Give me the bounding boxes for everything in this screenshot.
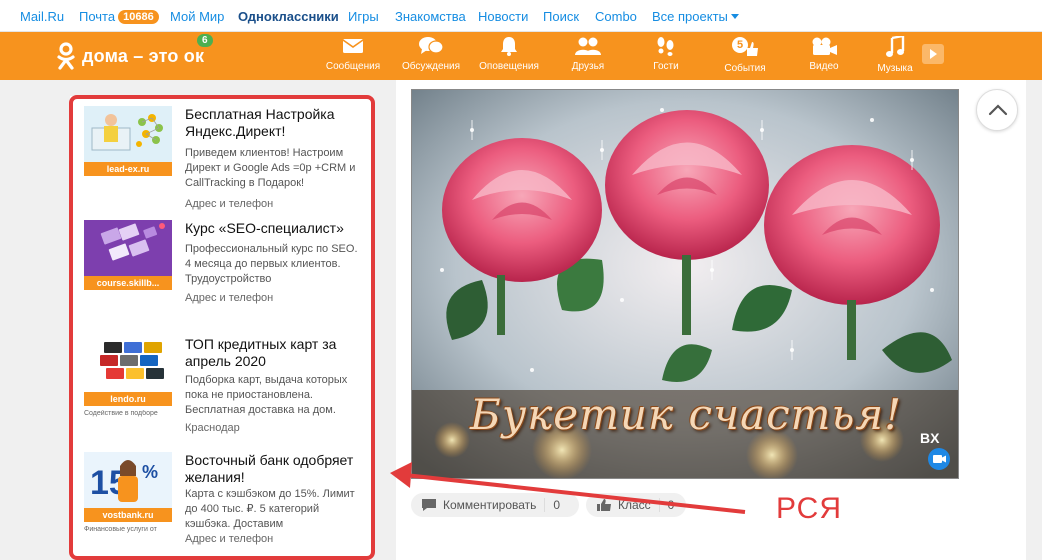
logo-notification-badge: 6 — [197, 34, 213, 47]
topbar-link-combo[interactable]: Combo — [595, 9, 637, 24]
image-caption-text: Букетик счастья! — [469, 390, 903, 439]
all-projects-label: Все проекты — [652, 9, 728, 24]
bell-icon — [501, 37, 517, 56]
comment-icon — [422, 499, 436, 511]
events-like-icon — [732, 37, 758, 56]
ok-logo[interactable]: дома – это ок — [56, 42, 204, 70]
nav-notifications-label: Оповещения — [479, 61, 539, 72]
image-watermark: BX — [920, 430, 940, 446]
nav-events[interactable]: 5 События — [710, 36, 780, 74]
ok-logo-text: дома – это ок — [82, 45, 205, 66]
nav-messages-label: Сообщения — [325, 61, 381, 72]
nav-music[interactable]: Музыка — [860, 36, 930, 74]
topbar-link-mail[interactable]: Почта 10686 — [79, 9, 159, 24]
mailru-topbar: Mail.Ru Почта 10686 Мой Мир Одноклассники… — [0, 0, 1042, 32]
topbar-link-dating[interactable]: Знакомства — [395, 9, 466, 24]
topbar-link-mail-label: Почта — [79, 9, 116, 24]
chevron-up-icon — [988, 104, 1008, 116]
annotation-highlight-box — [69, 95, 375, 560]
topbar-link-ok[interactable]: Одноклассники — [238, 9, 339, 24]
topbar-link-search[interactable]: Поиск — [543, 9, 579, 24]
comment-label: Комментировать — [443, 498, 537, 512]
chevron-down-icon — [730, 14, 739, 19]
music-play-button[interactable] — [922, 44, 944, 64]
friends-icon — [575, 37, 601, 55]
nav-friends-label: Друзья — [571, 61, 605, 72]
like-count: 0 — [658, 498, 674, 512]
topbar-link-moimir[interactable]: Мой Мир — [170, 9, 224, 24]
comment-count: 0 — [544, 498, 560, 512]
ok-header: дома – это ок 6 Сообщения Обсуждения Опо… — [0, 32, 1042, 80]
music-note-icon — [886, 36, 905, 57]
topbar-link-news[interactable]: Новости — [478, 9, 528, 24]
nav-notifications[interactable]: Оповещения — [474, 36, 544, 72]
ok-logo-icon — [57, 42, 75, 70]
annotation-label: РСЯ — [776, 492, 843, 525]
scroll-to-top-button[interactable] — [976, 89, 1018, 131]
footprints-icon — [657, 37, 674, 56]
chat-bubbles-icon — [419, 37, 444, 54]
feed-next-card — [396, 547, 1026, 560]
like-button[interactable]: Класс 0 — [586, 493, 686, 517]
nav-guests-label: Гости — [653, 61, 679, 72]
mail-unread-badge: 10686 — [118, 10, 159, 24]
film-camera-icon — [812, 37, 837, 55]
events-count-badge: 5 — [737, 39, 744, 51]
comment-button[interactable]: Комментировать 0 — [411, 493, 579, 517]
nav-friends[interactable]: Друзья — [553, 36, 623, 72]
nav-video-label: Видео — [809, 61, 839, 72]
nav-discussions-label: Обсуждения — [401, 61, 461, 72]
like-label: Класс — [618, 498, 651, 512]
nav-music-label: Музыка — [877, 63, 913, 74]
envelope-icon — [342, 39, 364, 53]
play-icon — [930, 49, 937, 59]
nav-events-label: События — [724, 63, 766, 74]
topbar-link-all-projects[interactable]: Все проекты — [652, 9, 739, 24]
nav-guests[interactable]: Гости — [631, 36, 701, 72]
post-image[interactable]: Букетик счастья! BX — [411, 89, 959, 479]
nav-messages[interactable]: Сообщения — [318, 36, 388, 72]
nav-video[interactable]: Видео — [789, 36, 859, 72]
topbar-link-mailru[interactable]: Mail.Ru — [20, 9, 64, 24]
nav-discussions[interactable]: Обсуждения — [396, 36, 466, 72]
video-camera-icon[interactable] — [928, 448, 950, 470]
topbar-link-games[interactable]: Игры — [348, 9, 379, 24]
thumbs-up-icon — [597, 499, 611, 511]
